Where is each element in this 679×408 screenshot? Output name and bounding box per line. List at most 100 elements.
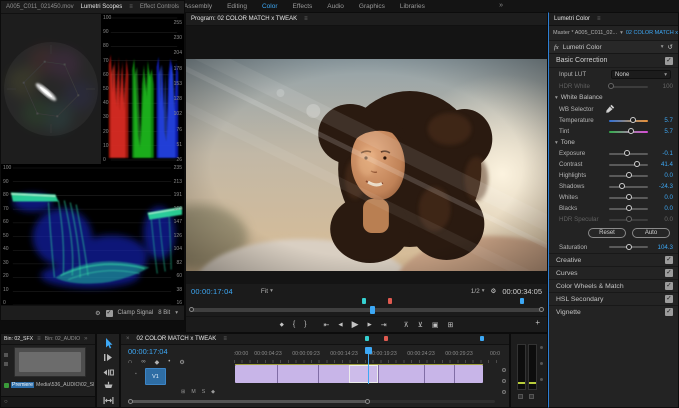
slider-knob[interactable]: [626, 205, 632, 211]
auto-button[interactable]: Auto: [632, 228, 670, 238]
program-current-timecode[interactable]: 00:00:17:04: [191, 287, 233, 296]
tint-slider[interactable]: [609, 131, 648, 133]
white-balance-header[interactable]: ▾ White Balance: [549, 92, 678, 103]
track-marker-icon[interactable]: ◆: [211, 389, 215, 395]
track-v1-header[interactable]: V1: [145, 368, 166, 385]
yc-waveform-scope[interactable]: 1009080706050403020100 23521319116914712…: [1, 164, 184, 307]
workspace-tab-color[interactable]: Color: [262, 3, 278, 10]
meter-button[interactable]: [518, 394, 523, 399]
curves-checkbox[interactable]: ✓: [665, 269, 673, 277]
master-clip-select[interactable]: Master * A005_C011_02...: [553, 30, 617, 36]
timeline-playhead[interactable]: [365, 347, 372, 354]
program-viewer[interactable]: [186, 26, 547, 284]
slider-knob[interactable]: [626, 194, 632, 200]
program-settings-icon[interactable]: ⚙: [491, 287, 497, 295]
workspace-tab-libraries[interactable]: Libraries: [400, 3, 425, 10]
tab-sequence[interactable]: 02 COLOR MATCH x TWEAK: [137, 336, 217, 342]
temperature-value[interactable]: 5.7: [652, 117, 673, 124]
contrast-slider[interactable]: [609, 164, 648, 166]
reset-button[interactable]: Reset: [588, 228, 626, 238]
comparison-view-button[interactable]: ⊞: [448, 321, 454, 329]
shadows-value[interactable]: -24.3: [652, 183, 673, 190]
contrast-value[interactable]: 41.4: [652, 161, 673, 168]
meter-button[interactable]: [529, 394, 534, 399]
slider-knob[interactable]: [628, 128, 634, 134]
timeline-ruler[interactable]: :00:0000:00:04:2300:00:09:2300:00:14:230…: [121, 345, 509, 365]
add-marker-button[interactable]: ◆: [280, 322, 284, 328]
highlights-value[interactable]: 0.0: [652, 172, 673, 179]
bin-selected-item[interactable]: Premiere Media\536_AUDIO\02_SFX: [4, 382, 94, 388]
tone-header[interactable]: ▾ Tone: [549, 137, 678, 148]
step-back-button[interactable]: ◀: [338, 322, 342, 328]
panel-menu-icon[interactable]: ≡: [597, 16, 601, 22]
tab-program[interactable]: Program: 02 COLOR MATCH x TWEAK: [191, 16, 297, 22]
scrollbar-thumb[interactable]: [129, 400, 369, 403]
workspace-tab-assembly[interactable]: Assembly: [184, 3, 212, 10]
section-hsl-secondary[interactable]: HSL Secondary ✓: [549, 292, 678, 305]
vignette-checkbox[interactable]: ✓: [665, 308, 673, 316]
close-panel-icon[interactable]: ×: [126, 336, 130, 342]
vectorscope[interactable]: [1, 14, 101, 164]
slider-knob[interactable]: [619, 183, 625, 189]
shadows-slider[interactable]: [609, 186, 648, 188]
timeline-marker-cyan[interactable]: [365, 336, 369, 341]
slider-knob[interactable]: [630, 117, 636, 123]
vertical-scroll-handles[interactable]: [502, 368, 506, 394]
go-to-out-button[interactable]: ⇥: [381, 321, 387, 329]
slider-knob[interactable]: [634, 161, 640, 167]
marker-blue[interactable]: [520, 298, 524, 304]
step-forward-button[interactable]: ▶: [368, 322, 372, 328]
panel-menu-icon[interactable]: ≡: [129, 4, 133, 10]
blacks-value[interactable]: 0.0: [652, 205, 673, 212]
timeline-marker-blue[interactable]: [480, 336, 484, 341]
go-to-in-button[interactable]: ⇤: [324, 321, 330, 329]
bin-scroll-handle-icon[interactable]: ○: [4, 399, 8, 405]
scrubber-right-handle[interactable]: [539, 307, 544, 312]
workspace-overflow-icon[interactable]: »: [499, 2, 503, 9]
timeline-scrollbar[interactable]: [129, 400, 495, 403]
extract-button[interactable]: ⊻: [418, 321, 423, 329]
bin-clip-thumbnail[interactable]: [14, 347, 86, 377]
track-lock-icon[interactable]: ▪: [135, 371, 137, 377]
reset-effect-icon[interactable]: ↺: [668, 43, 673, 51]
program-playhead[interactable]: [370, 306, 375, 314]
program-marker-strip[interactable]: [186, 297, 547, 306]
tab-lumetri-color[interactable]: Lumetri Color: [554, 16, 590, 22]
marker-cyan[interactable]: [362, 298, 366, 304]
solo-button[interactable]: S: [202, 389, 205, 395]
highlights-slider[interactable]: [609, 175, 648, 177]
whites-slider[interactable]: [609, 197, 648, 199]
exposure-value[interactable]: -0.1: [652, 150, 673, 157]
play-button[interactable]: ▶: [352, 319, 359, 330]
input-lut-select[interactable]: None ▾: [611, 70, 671, 79]
workspace-tab-effects[interactable]: Effects: [293, 3, 313, 10]
hsl-secondary-checkbox[interactable]: ✓: [665, 295, 673, 303]
section-curves[interactable]: Curves ✓: [549, 266, 678, 279]
workspace-tab-graphics[interactable]: Graphics: [359, 3, 385, 10]
selection-tool[interactable]: [101, 337, 115, 349]
timeline-marker-red[interactable]: [384, 336, 388, 341]
marker-red[interactable]: [388, 298, 392, 304]
tab-bin-sfx[interactable]: Bin: 02_SFX: [4, 336, 33, 342]
caret-down-icon[interactable]: ▾: [661, 44, 664, 50]
clamp-signal-checkbox[interactable]: ✓: [106, 310, 113, 317]
scrubber-left-handle[interactable]: [189, 307, 194, 312]
eyedropper-icon[interactable]: [605, 104, 615, 114]
panel-menu-icon[interactable]: ≡: [223, 336, 227, 342]
saturation-value[interactable]: 104.3: [652, 244, 673, 251]
caret-down-icon[interactable]: ▾: [620, 30, 623, 36]
scroll-handle-left[interactable]: [128, 399, 133, 404]
bit-depth-select[interactable]: 8 Bit: [158, 310, 170, 316]
mute-button[interactable]: M: [191, 389, 195, 395]
program-scrubber[interactable]: [191, 308, 542, 312]
razor-tool[interactable]: [101, 380, 115, 392]
rgb-parade-scope[interactable]: 1009080706050403020100 25523020417815312…: [101, 14, 184, 164]
export-frame-button[interactable]: ▣: [432, 321, 439, 329]
slider-knob[interactable]: [626, 172, 632, 178]
panel-menu-icon[interactable]: ≡: [304, 16, 308, 22]
tint-value[interactable]: 5.7: [652, 128, 673, 135]
whites-value[interactable]: 0.0: [652, 194, 673, 201]
slider-knob[interactable]: [626, 244, 632, 250]
workspace-tab-editing[interactable]: Editing: [227, 3, 247, 10]
saturation-slider[interactable]: [609, 246, 648, 248]
